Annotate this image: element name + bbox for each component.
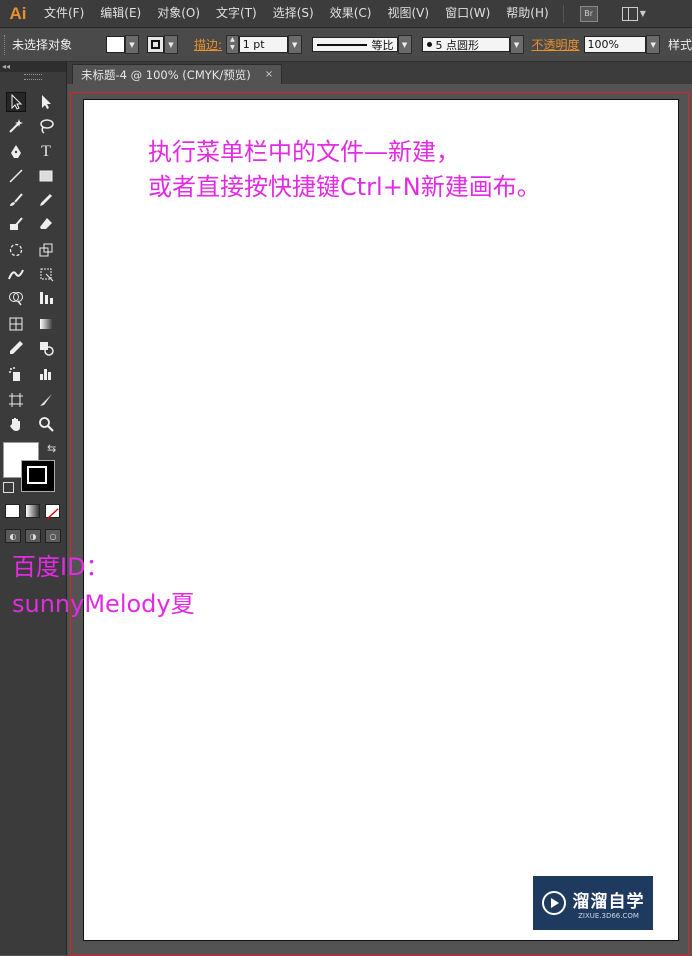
panel-collapse-button[interactable]: ◂◂ (0, 62, 66, 72)
selection-status: 未选择对象 (11, 38, 72, 52)
chevron-down-icon[interactable]: ▼ (646, 35, 660, 54)
menu-effect[interactable]: 效果(C) (322, 0, 380, 27)
variable-width-profile[interactable]: 等比 ▼ (311, 35, 412, 54)
menu-window[interactable]: 窗口(W) (437, 0, 498, 27)
app-logo: Ai (9, 3, 27, 23)
tools-panel: ◂◂ T ⇆ ◐ ◑ ○ (0, 62, 67, 955)
eyedropper-tool-icon[interactable] (6, 338, 26, 358)
draw-behind-button[interactable]: ◑ (25, 529, 41, 543)
blend-tool-icon[interactable] (36, 338, 56, 358)
logo-url: ZIXUE.3D66.COM (578, 911, 639, 920)
zoom-tool-icon[interactable] (36, 414, 56, 434)
chevron-down-icon[interactable]: ▼ (397, 35, 412, 54)
gradient-mode-button[interactable] (25, 504, 40, 518)
artboard[interactable] (83, 99, 679, 941)
menu-type[interactable]: 文字(T) (208, 0, 265, 27)
brush-label: 5 点圆形 (435, 38, 480, 52)
stroke-swatch[interactable] (146, 36, 164, 53)
slice-tool-icon[interactable] (36, 390, 56, 410)
brush-definition[interactable]: 5 点圆形 ▼ (421, 35, 524, 54)
chevron-down-icon[interactable]: ▼ (509, 35, 524, 54)
chevron-down-icon[interactable]: ▼ (287, 35, 302, 54)
swap-fill-stroke-icon[interactable]: ⇆ (47, 442, 56, 455)
gradient-tool-icon[interactable] (36, 314, 56, 334)
site-logo: 溜溜自学 ZIXUE.3D66.COM (533, 876, 653, 930)
color-mode-button[interactable] (5, 504, 20, 518)
symbol-sprayer-tool-icon[interactable] (6, 364, 26, 384)
chevron-down-icon[interactable]: ▼ (163, 35, 178, 54)
rectangle-tool-icon[interactable] (36, 166, 56, 186)
watermark-id-label: 百度ID： (12, 553, 110, 581)
eraser-tool-icon[interactable] (36, 214, 56, 234)
panel-grip[interactable] (24, 74, 42, 80)
mesh-tool-icon[interactable] (6, 314, 26, 334)
caption-line-2: 或者直接按快捷键Ctrl+N新建画布。 (148, 173, 541, 201)
panel-grip[interactable] (4, 34, 8, 55)
type-tool-icon[interactable]: T (36, 142, 56, 162)
bridge-button[interactable]: Br (579, 5, 598, 22)
chevron-down-icon: ▼ (639, 9, 646, 18)
default-colors-icon[interactable] (3, 482, 14, 493)
layout-icon (621, 6, 638, 21)
width-tool-icon[interactable] (6, 264, 26, 284)
rotate-tool-icon[interactable] (6, 240, 26, 260)
selection-tool-icon[interactable] (6, 92, 26, 112)
brush-box[interactable]: 5 点圆形 (421, 37, 510, 52)
menu-select[interactable]: 选择(S) (265, 0, 322, 27)
fill-swatch[interactable] (105, 36, 125, 53)
menu-edit[interactable]: 编辑(E) (92, 0, 149, 27)
stroke-weight-stepper[interactable]: ▲ ▼ (226, 35, 239, 54)
menu-bar: Ai 文件(F) 编辑(E) 对象(O) 文字(T) 选择(S) 效果(C) 视… (0, 0, 692, 28)
menu-file[interactable]: 文件(F) (36, 0, 92, 27)
opacity-field[interactable]: 100% (583, 36, 647, 53)
profile-line (316, 43, 367, 46)
pen-tool-icon[interactable] (6, 142, 26, 162)
document-tab[interactable]: 未标题-4 @ 100% (CMYK/预览) × (72, 64, 283, 85)
menu-view[interactable]: 视图(V) (379, 0, 437, 27)
close-icon[interactable]: × (265, 65, 273, 85)
draw-normal-button[interactable]: ◐ (5, 529, 21, 543)
document-tab-strip: 未标题-4 @ 100% (CMYK/预览) × (67, 62, 692, 85)
blob-brush-tool-icon[interactable] (6, 214, 26, 234)
stroke-color-swatch[interactable] (21, 460, 55, 492)
logo-name: 溜溜自学 (572, 891, 645, 912)
line-tool-icon[interactable] (6, 166, 26, 186)
profile-box[interactable]: 等比 (311, 37, 398, 52)
watermark-username: sunnyMelody夏 (12, 590, 195, 618)
caption-line-1: 执行菜单栏中的文件—新建， (148, 138, 460, 166)
fill-color-picker[interactable]: ▼ (105, 35, 139, 54)
logo-text: 溜溜自学 ZIXUE.3D66.COM (573, 887, 645, 920)
none-icon (46, 508, 59, 520)
direct-selection-tool-icon[interactable] (36, 92, 56, 112)
none-mode-button[interactable] (45, 504, 60, 520)
magic-wand-tool-icon[interactable] (6, 116, 26, 136)
lasso-tool-icon[interactable] (36, 116, 56, 136)
opacity-label[interactable]: 不透明度 (532, 36, 580, 53)
shape-builder-tool-icon[interactable] (6, 288, 26, 308)
menu-object[interactable]: 对象(O) (149, 0, 208, 27)
style-label[interactable]: 样式 (668, 36, 692, 53)
profile-label: 等比 (371, 38, 394, 52)
instruction-caption: 执行菜单栏中的文件—新建， 或者直接按快捷键Ctrl+N新建画布。 (148, 135, 541, 205)
scale-tool-icon[interactable] (36, 240, 56, 260)
column-graph-tool-icon[interactable] (36, 364, 56, 384)
brush-dot-icon (426, 42, 432, 47)
control-bar: 未选择对象 ▼ ▼ 描边: ▲ ▼ 1 pt ▼ 等比 ▼ 5 点圆形 ▼ 不透明… (0, 28, 692, 62)
free-transform-tool-icon[interactable] (36, 264, 56, 284)
paintbrush-tool-icon[interactable] (6, 190, 26, 210)
stroke-color-picker[interactable]: ▼ (146, 35, 178, 54)
artboard-tool-icon[interactable] (6, 390, 26, 410)
document-tab-title[interactable]: 未标题-4 @ 100% (CMYK/预览) (81, 65, 251, 85)
stroke-label[interactable]: 描边: (194, 36, 222, 53)
hand-tool-icon[interactable] (6, 414, 26, 434)
play-icon (541, 891, 566, 915)
perspective-grid-tool-icon[interactable] (36, 288, 56, 308)
stroke-weight-field[interactable]: 1 pt (238, 36, 288, 53)
menu-help[interactable]: 帮助(H) (498, 0, 556, 27)
menu-separator (562, 4, 564, 23)
workspace-switcher[interactable]: ▼ (621, 6, 646, 21)
chevron-down-icon[interactable]: ▼ (124, 35, 139, 54)
draw-inside-button[interactable]: ○ (45, 529, 61, 543)
pencil-tool-icon[interactable] (36, 190, 56, 210)
